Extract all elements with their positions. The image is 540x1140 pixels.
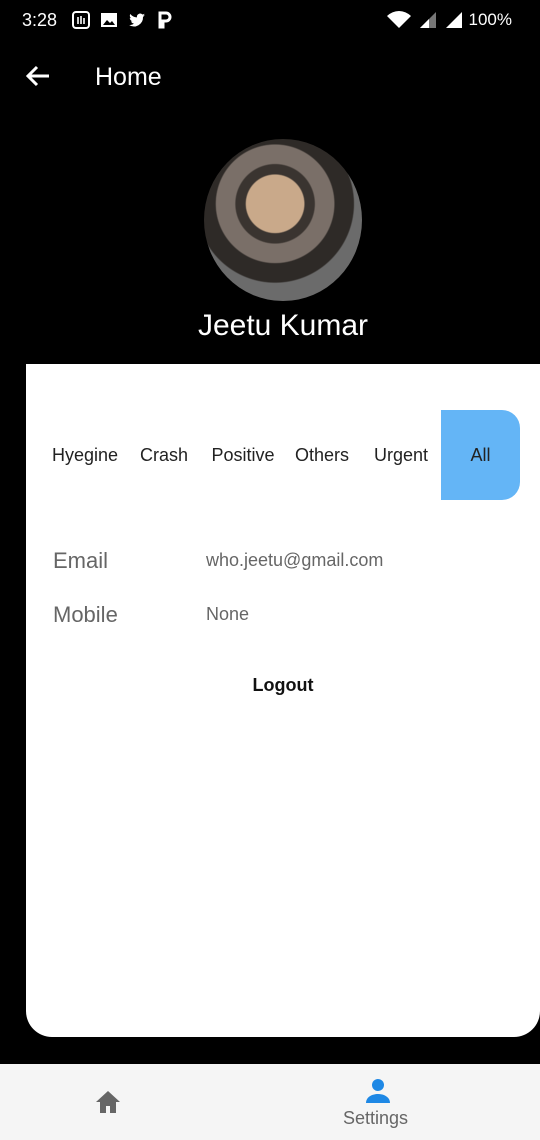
tab-hyegine[interactable]: Hyegine [44, 410, 126, 500]
signal-icon [445, 12, 462, 28]
p-app-icon [158, 11, 172, 29]
tab-positive[interactable]: Positive [206, 410, 280, 500]
silent-mode-icon [72, 11, 90, 29]
notification-icons [72, 11, 174, 29]
category-tabs: Hyegine Crash Positive Others Urgent All [26, 410, 540, 500]
tab-crash[interactable]: Crash [130, 410, 198, 500]
mobile-value: None [206, 604, 250, 624]
status-bar: 3:28 100% [0, 0, 540, 40]
profile-card: Hyegine Crash Positive Others Urgent All… [26, 364, 540, 1037]
battery-percent: 100% [468, 10, 512, 29]
page-title: Home [95, 63, 162, 91]
email-label: Email [53, 548, 109, 573]
image-icon [101, 13, 117, 27]
back-arrow-icon[interactable] [24, 62, 52, 90]
signal-icon [419, 12, 436, 28]
app-bar: Home [0, 48, 540, 108]
status-time: 3:28 [22, 10, 58, 30]
nav-settings-label[interactable]: Settings [343, 1108, 408, 1129]
person-icon[interactable] [365, 1077, 391, 1103]
tab-all[interactable]: All [441, 410, 520, 500]
bottom-navigation: Settings [0, 1064, 540, 1140]
avatar [204, 139, 362, 301]
status-right: 100% [386, 10, 512, 30]
logout-button[interactable]: Logout [26, 675, 540, 696]
tab-urgent[interactable]: Urgent [366, 410, 436, 500]
tab-others[interactable]: Others [288, 410, 356, 500]
profile-name: Jeetu Kumar [197, 309, 369, 342]
twitter-icon [129, 13, 145, 27]
email-value: who.jeetu@gmail.com [206, 550, 384, 570]
home-icon[interactable] [94, 1088, 122, 1116]
mobile-label: Mobile [53, 602, 118, 627]
wifi-icon [386, 11, 411, 28]
